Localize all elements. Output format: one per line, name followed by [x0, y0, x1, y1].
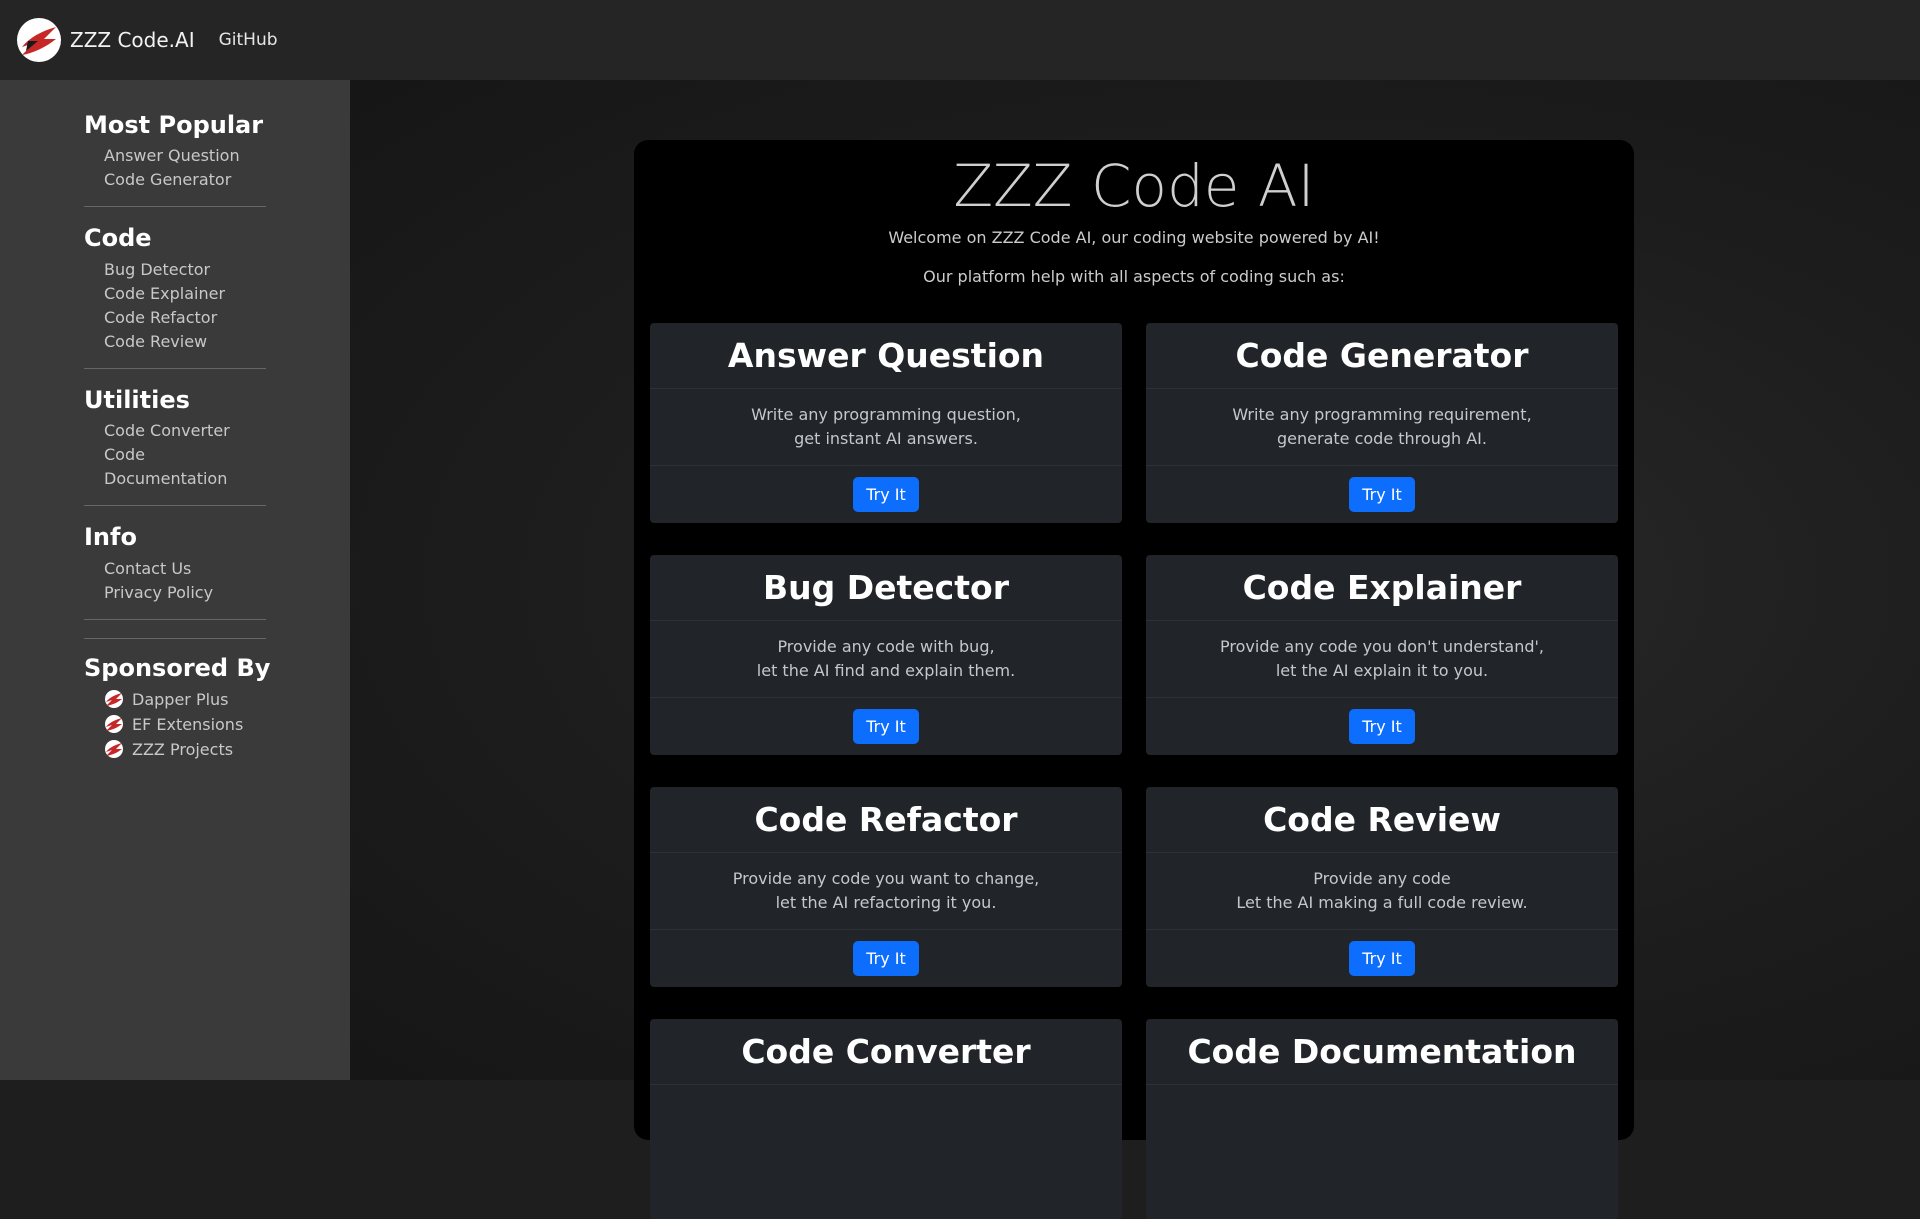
card-title: Code Documentation [1146, 1019, 1618, 1085]
sidebar-item-code-refactor[interactable]: Code Refactor [104, 306, 266, 330]
sidebar-section-title: Info [84, 523, 137, 552]
card-description: Provide any code you don't understand', … [1146, 621, 1618, 698]
try-it-button[interactable]: Try It [1349, 941, 1415, 976]
sponsor-dapper-plus[interactable]: Dapper Plus [104, 687, 350, 712]
sidebar-item-code-review[interactable]: Code Review [104, 330, 266, 354]
tool-card-code-refactor: Code Refactor Provide any code you want … [650, 787, 1122, 987]
card-description-line: Write any programming question, [751, 405, 1021, 424]
github-link[interactable]: GitHub [219, 30, 278, 50]
sponsor-label: ZZZ Projects [132, 739, 234, 759]
card-description-line: Write any programming requirement, [1232, 405, 1532, 424]
tool-card-code-review: Code Review Provide any code Let the AI … [1146, 787, 1618, 987]
try-it-button[interactable]: Try It [853, 477, 919, 512]
card-title: Code Review [1146, 787, 1618, 853]
card-description-line: Provide any code you don't understand', [1220, 637, 1544, 656]
try-it-button[interactable]: Try It [1349, 477, 1415, 512]
card-description-line: get instant AI answers. [794, 429, 978, 448]
sidebar-item-code-generator[interactable]: Code Generator [104, 168, 266, 192]
card-description-line: Provide any code [1313, 869, 1451, 888]
card-description: Provide any code Let the AI making a ful… [1146, 853, 1618, 930]
tools-grid: Answer Question Write any programming qu… [650, 323, 1618, 1219]
try-it-button[interactable]: Try It [853, 941, 919, 976]
sidebar-section-sponsored: Sponsored By Dapper Plus EF Extensions Z… [84, 653, 350, 762]
card-title: Code Explainer [1146, 555, 1618, 621]
sidebar-section-title: Utilities [84, 385, 190, 414]
sidebar-item-code-documentation[interactable]: Code Documentation [104, 443, 266, 491]
sidebar-section-code: Code Bug Detector Code Explainer Code Re… [84, 224, 266, 369]
sidebar-item-contact-us[interactable]: Contact Us [104, 557, 266, 581]
tool-card-bug-detector: Bug Detector Provide any code with bug, … [650, 555, 1122, 755]
tool-card-answer-question: Answer Question Write any programming qu… [650, 323, 1122, 523]
platform-text: Our platform help with all aspects of co… [923, 267, 1345, 286]
sponsor-logo-icon [105, 715, 123, 734]
tool-card-code-converter: Code Converter [650, 1019, 1122, 1219]
card-footer: Try It [650, 698, 1122, 755]
sponsor-label: EF Extensions [132, 714, 244, 734]
card-description-line: Provide any code you want to change, [732, 869, 1040, 888]
card-description-line: let the AI refactoring it you. [775, 893, 997, 912]
card-description-line: Provide any code with bug, [777, 637, 995, 656]
card-footer: Try It [1146, 930, 1618, 987]
zzz-logo-icon [17, 18, 61, 62]
sidebar-item-bug-detector[interactable]: Bug Detector [104, 258, 266, 282]
tool-card-code-documentation: Code Documentation [1146, 1019, 1618, 1219]
tool-card-code-generator: Code Generator Write any programming req… [1146, 323, 1618, 523]
card-title: Bug Detector [650, 555, 1122, 621]
try-it-button[interactable]: Try It [1349, 709, 1415, 744]
sidebar-divider [84, 637, 266, 639]
sidebar-item-privacy-policy[interactable]: Privacy Policy [104, 581, 266, 605]
card-description-line: let the AI find and explain them. [756, 661, 1016, 680]
welcome-text: Welcome on ZZZ Code AI, our coding websi… [888, 228, 1380, 247]
page-title: ZZZ Code AI [953, 152, 1315, 220]
try-it-button[interactable]: Try It [853, 709, 919, 744]
sidebar-item-answer-question[interactable]: Answer Question [104, 144, 266, 168]
card-footer: Try It [650, 466, 1122, 523]
brand-link[interactable]: ZZZ Code.AI [16, 17, 195, 63]
sidebar-section-title: Code [84, 224, 152, 253]
sidebar-section-title: Sponsored By [84, 653, 271, 682]
card-description: Provide any code with bug, let the AI fi… [650, 621, 1122, 698]
sidebar-section-title: Most Popular [84, 111, 264, 139]
card-description: Write any programming question, get inst… [650, 389, 1122, 466]
card-description: Write any programming requirement, gener… [1146, 389, 1618, 466]
top-navbar: ZZZ Code.AI GitHub [0, 0, 1920, 80]
sponsor-label: Dapper Plus [132, 689, 229, 709]
content-panel: ZZZ Code AI Welcome on ZZZ Code AI, our … [634, 140, 1634, 1219]
card-title: Code Converter [650, 1019, 1122, 1085]
card-title: Answer Question [650, 323, 1122, 389]
sidebar-section-info: Info Contact Us Privacy Policy [84, 523, 266, 620]
sponsor-ef-extensions[interactable]: EF Extensions [104, 712, 350, 737]
sidebar-section-utilities: Utilities Code Converter Code Documentat… [84, 385, 266, 507]
sidebar-item-code-converter[interactable]: Code Converter [104, 419, 266, 443]
card-footer: Try It [650, 930, 1122, 987]
card-description-line: Let the AI making a full code review. [1236, 893, 1528, 912]
card-description: Provide any code you want to change, let… [650, 853, 1122, 930]
sponsor-logo-icon [105, 740, 123, 759]
sponsor-zzz-projects[interactable]: ZZZ Projects [104, 737, 350, 762]
sidebar-section-most-popular: Most Popular Answer Question Code Genera… [84, 111, 266, 208]
card-footer: Try It [1146, 698, 1618, 755]
sidebar: Most Popular Answer Question Code Genera… [0, 80, 350, 1080]
sidebar-item-code-explainer[interactable]: Code Explainer [104, 282, 266, 306]
card-title: Code Generator [1146, 323, 1618, 389]
main-content: ZZZ Code AI Welcome on ZZZ Code AI, our … [350, 80, 1920, 1219]
card-description-line: generate code through AI. [1277, 429, 1487, 448]
card-title: Code Refactor [650, 787, 1122, 853]
card-footer: Try It [1146, 466, 1618, 523]
card-description-line: let the AI explain it to you. [1275, 661, 1489, 680]
tool-card-code-explainer: Code Explainer Provide any code you don'… [1146, 555, 1618, 755]
brand-name: ZZZ Code.AI [70, 28, 195, 52]
sponsor-logo-icon [105, 690, 123, 709]
